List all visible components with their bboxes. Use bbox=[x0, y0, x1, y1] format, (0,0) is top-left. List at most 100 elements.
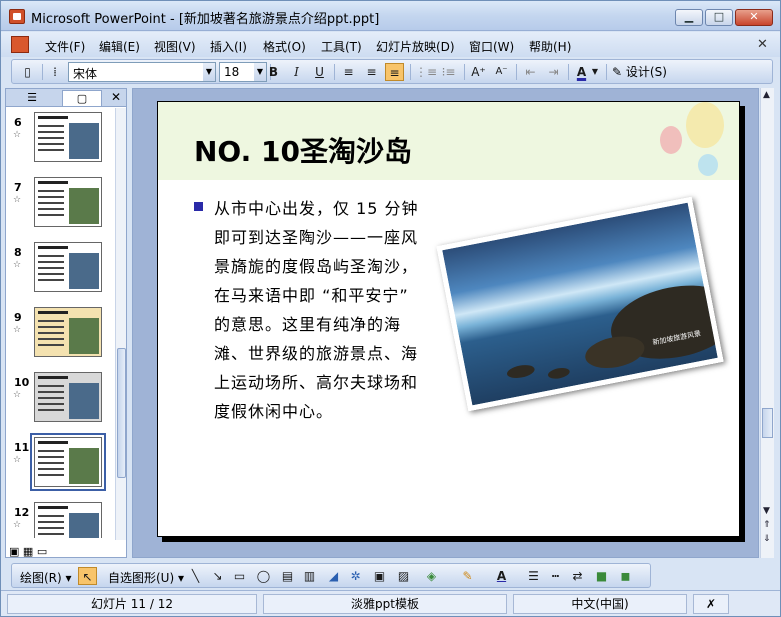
3d-icon[interactable]: ◼ bbox=[616, 567, 635, 585]
bullets-icon[interactable]: ⁝≡ bbox=[439, 63, 458, 81]
menu-edit[interactable]: 编辑(E) bbox=[99, 38, 140, 55]
ellipse-icon[interactable]: ◯ bbox=[254, 567, 273, 585]
toolbar-separator bbox=[568, 64, 569, 80]
diagram-icon[interactable]: ✲ bbox=[346, 567, 365, 585]
menu-window[interactable]: 窗口(W) bbox=[469, 38, 514, 55]
vertical-textbox-icon[interactable]: ▥ bbox=[300, 567, 319, 585]
slide-thumbnail[interactable] bbox=[34, 242, 102, 292]
numbering-icon[interactable]: ⋮≡ bbox=[415, 63, 437, 81]
font-size-select[interactable]: 18 ▼ bbox=[219, 62, 267, 82]
textbox-icon[interactable]: ▤ bbox=[278, 567, 297, 585]
balloon-blue bbox=[698, 154, 718, 176]
thumbnail-row[interactable]: 7 ☆ bbox=[6, 173, 114, 237]
drawing-toolbar: 绘图(R) ▾ ↖ 自选图形(U) ▾ ╲ ↘ ▭ ◯ ▤ ▥ ◢ ✲ ▣ ▨ … bbox=[11, 563, 651, 588]
workspace-scrollbar[interactable]: ▲ ▼ ⇑ ⇓ bbox=[760, 88, 774, 558]
tab-slides[interactable]: ▢ bbox=[62, 90, 102, 106]
menu-slideshow[interactable]: 幻灯片放映(D) bbox=[376, 38, 455, 55]
align-right-icon[interactable]: ≡ bbox=[385, 63, 404, 81]
select-pointer-icon[interactable]: ↖ bbox=[78, 567, 97, 585]
line-color-icon[interactable]: ✎ bbox=[458, 567, 477, 585]
next-slide-icon[interactable]: ⇓ bbox=[763, 534, 771, 544]
normal-view-icon[interactable]: ▣ bbox=[9, 545, 19, 558]
slide-thumbnail[interactable] bbox=[34, 112, 102, 162]
scroll-down-icon[interactable]: ▼ bbox=[763, 506, 770, 516]
new-document-icon[interactable]: ▯ bbox=[18, 63, 37, 81]
slide-thumbnail[interactable] bbox=[34, 372, 102, 422]
thumbnail-row[interactable]: 9 ☆ bbox=[6, 303, 114, 367]
bold-button[interactable]: B bbox=[264, 63, 283, 81]
clipart-icon[interactable]: ▣ bbox=[370, 567, 389, 585]
tab-outline[interactable]: ☰ bbox=[12, 90, 52, 106]
shadow-icon[interactable]: ■ bbox=[592, 567, 611, 585]
menu-help[interactable]: 帮助(H) bbox=[529, 38, 571, 55]
document-icon[interactable] bbox=[11, 36, 29, 53]
thumbnail-row[interactable]: 11 ☆ bbox=[6, 433, 114, 497]
align-center-icon[interactable]: ≡ bbox=[362, 63, 381, 81]
thumbnail-text-line bbox=[38, 462, 64, 464]
slideshow-view-icon[interactable]: ▭ bbox=[37, 545, 47, 558]
fill-color-icon[interactable]: ◈ bbox=[422, 567, 441, 585]
thumbnail-row[interactable]: 12 ☆ bbox=[6, 498, 114, 538]
dash-style-icon[interactable]: ┅ bbox=[546, 567, 565, 585]
increase-font-icon[interactable]: A⁺ bbox=[469, 63, 488, 81]
menu-view[interactable]: 视图(V) bbox=[154, 38, 196, 55]
thumbnail-text-line bbox=[38, 261, 64, 263]
menu-format[interactable]: 格式(O) bbox=[263, 38, 306, 55]
design-button[interactable]: ✎ 设计(S) bbox=[612, 63, 667, 80]
draw-menu-button[interactable]: 绘图(R) ▾ bbox=[20, 569, 72, 586]
minimize-button[interactable]: ▁ bbox=[675, 9, 703, 26]
chevron-down-icon[interactable]: ▼ bbox=[590, 63, 600, 81]
slide-thumbnail[interactable] bbox=[34, 177, 102, 227]
italic-button[interactable]: I bbox=[287, 63, 306, 81]
font-color-button[interactable]: A bbox=[572, 63, 591, 81]
thumbnail-text-line bbox=[38, 202, 64, 204]
powerpoint-app-icon[interactable] bbox=[9, 9, 25, 24]
wordart-icon[interactable]: ◢ bbox=[324, 567, 343, 585]
picture-icon[interactable]: ▨ bbox=[394, 567, 413, 585]
close-button[interactable]: ✕ bbox=[735, 9, 773, 26]
scrollbar-thumb[interactable] bbox=[762, 408, 773, 438]
rectangle-icon[interactable]: ▭ bbox=[230, 567, 249, 585]
slide-canvas[interactable]: NO. 10圣淘沙岛 从市中心出发，仅 15 分钟即可到达圣陶沙——一座风景旖旎… bbox=[157, 101, 740, 537]
sorter-view-icon[interactable]: ▦ bbox=[23, 545, 33, 558]
draw-font-color-icon[interactable]: A bbox=[492, 567, 511, 585]
line-icon[interactable]: ╲ bbox=[186, 567, 205, 585]
decrease-indent-icon[interactable]: ⇤ bbox=[521, 63, 540, 81]
font-name-select[interactable]: 宋体 ▼ bbox=[68, 62, 216, 82]
chevron-down-icon[interactable]: ▼ bbox=[203, 63, 215, 81]
line-style-icon[interactable]: ☰ bbox=[524, 567, 543, 585]
increase-indent-icon[interactable]: ⇥ bbox=[544, 63, 563, 81]
menu-tools[interactable]: 工具(T) bbox=[321, 38, 362, 55]
align-left-icon[interactable]: ≡ bbox=[339, 63, 358, 81]
prev-slide-icon[interactable]: ⇑ bbox=[763, 520, 771, 530]
slide-title[interactable]: NO. 10圣淘沙岛 bbox=[194, 130, 412, 170]
arrow-style-icon[interactable]: ⇄ bbox=[568, 567, 587, 585]
pane-close-icon[interactable]: ✕ bbox=[111, 90, 121, 104]
document-close-icon[interactable]: ✕ bbox=[757, 37, 768, 52]
thumbnail-row[interactable]: 10 ☆ bbox=[6, 368, 114, 432]
thumbnail-text-line bbox=[38, 450, 64, 452]
slide-workspace: NO. 10圣淘沙岛 从市中心出发，仅 15 分钟即可到达圣陶沙——一座风景旖旎… bbox=[132, 88, 759, 558]
scrollbar-thumb[interactable] bbox=[117, 348, 126, 478]
underline-button[interactable]: U bbox=[310, 63, 329, 81]
autoshapes-menu-button[interactable]: 自选图形(U) ▾ bbox=[108, 569, 184, 586]
slide-thumbnail[interactable] bbox=[30, 433, 106, 491]
slide-thumbnail[interactable] bbox=[34, 307, 102, 357]
slide-thumbnail[interactable] bbox=[34, 502, 102, 538]
decrease-font-icon[interactable]: A⁻ bbox=[492, 63, 511, 81]
menu-file[interactable]: 文件(F) bbox=[45, 38, 85, 55]
status-language: 中文(中国) bbox=[513, 594, 687, 614]
thumbnail-row[interactable]: 8 ☆ bbox=[6, 238, 114, 302]
scroll-up-icon[interactable]: ▲ bbox=[763, 90, 770, 100]
pane-scrollbar[interactable] bbox=[115, 108, 126, 540]
animation-star-icon: ☆ bbox=[13, 455, 22, 465]
maximize-button[interactable]: □ bbox=[705, 9, 733, 26]
slide-body-text[interactable]: 从市中心出发，仅 15 分钟即可到达圣陶沙——一座风景旖旎的度假岛屿圣淘沙，在马… bbox=[214, 194, 428, 426]
menu-insert[interactable]: 插入(I) bbox=[210, 38, 247, 55]
spellcheck-icon[interactable]: ✗ bbox=[693, 594, 729, 614]
sentosa-photo[interactable]: 新加坡旅游风景 bbox=[436, 196, 724, 412]
toolbar-separator bbox=[606, 64, 607, 80]
thumbnail-row[interactable]: 6 ☆ bbox=[6, 108, 114, 172]
arrow-icon[interactable]: ↘ bbox=[208, 567, 227, 585]
thumbnail-text-line bbox=[38, 527, 64, 529]
